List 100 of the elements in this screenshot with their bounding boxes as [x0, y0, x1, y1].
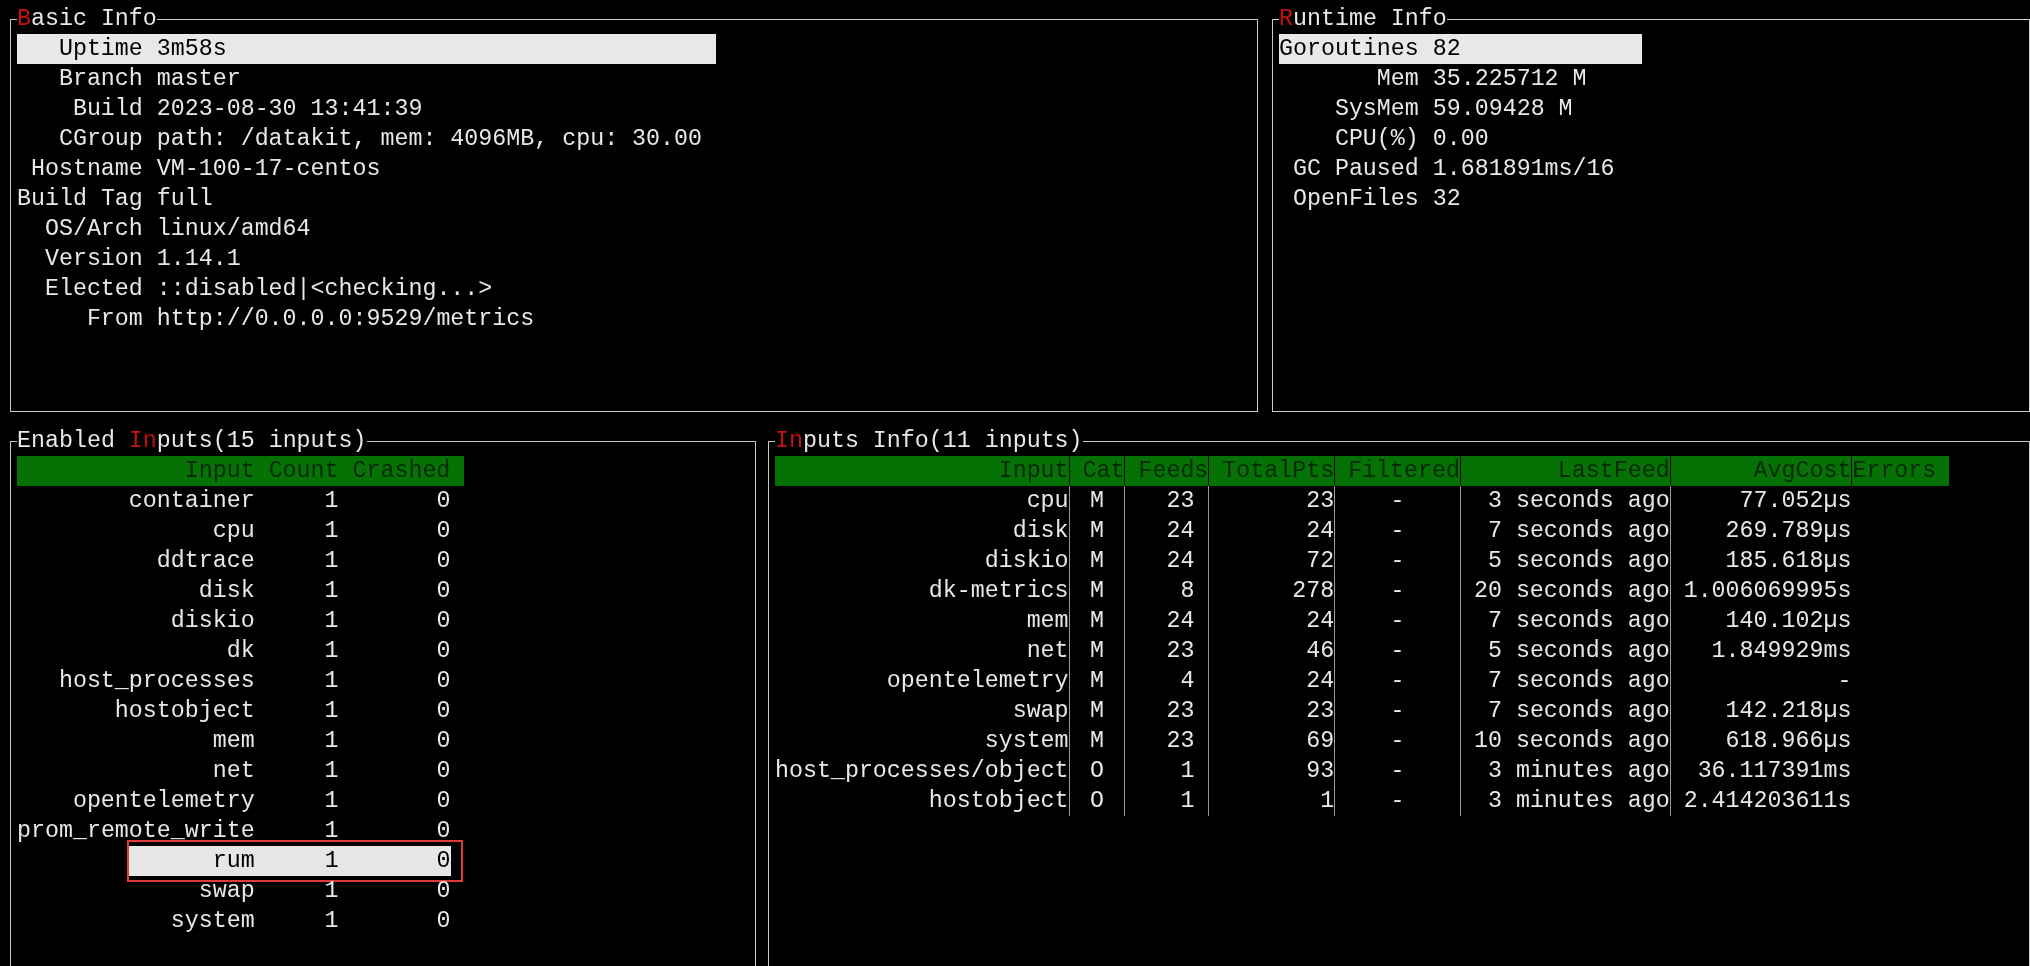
table-cell-text: diskio	[169, 607, 255, 636]
table-cell-text: cpu	[1025, 487, 1069, 516]
table-cell: 4	[1124, 666, 1209, 696]
table-cell-text: 1	[323, 757, 339, 786]
column-header: Feeds	[1124, 456, 1209, 486]
table-cell-text: 1	[323, 697, 339, 726]
info-value: VM-100-17-centos	[156, 155, 382, 184]
table-cell: 7 seconds ago	[1460, 666, 1670, 696]
table-cell-text: system	[169, 907, 255, 936]
column-header: Errors	[1851, 456, 1950, 486]
info-row[interactable]: Elected ::disabled|<checking...>	[17, 274, 716, 304]
table-cell: 36.117391ms	[1669, 756, 1852, 786]
info-label: Build Tag	[17, 185, 143, 214]
table-cell-text: 0	[435, 577, 451, 606]
table-cell: 23	[1124, 486, 1209, 516]
info-value: 1.14.1	[156, 245, 242, 274]
table-cell: 93	[1208, 756, 1335, 786]
table-cell-text: 0	[435, 487, 451, 516]
info-row[interactable]: Branch master	[17, 64, 716, 94]
highlight-frame[interactable]: rum 1 0	[127, 840, 463, 882]
table-cell: -	[1334, 786, 1460, 816]
column-header: Crashed	[351, 457, 451, 486]
table-cell: -	[1334, 606, 1460, 636]
info-label: OS/Arch	[43, 215, 143, 244]
table-cell: 1.006069995s	[1669, 576, 1852, 606]
table-cell: 1.849929ms	[1669, 636, 1852, 666]
table-cell-text: disk	[197, 577, 255, 606]
table-cell: 1	[1124, 786, 1209, 816]
table-cell: M	[1068, 666, 1125, 696]
table-cell: 24	[1124, 516, 1209, 546]
table-cell-text: 1	[323, 607, 339, 636]
info-row[interactable]: Goroutines 82	[1279, 34, 1643, 64]
table-cell-text: 0	[435, 517, 451, 546]
table-cell: M	[1068, 516, 1125, 546]
table-cell-text: diskio	[983, 547, 1069, 576]
table-cell-text: 0	[435, 787, 451, 816]
info-row[interactable]: Uptime 3m58s	[17, 34, 716, 64]
info-value: 2023-08-30 13:41:39	[156, 95, 424, 124]
table-cell-text: dk	[225, 637, 255, 666]
table-cell-text: 0	[435, 637, 451, 666]
table-cell-text: system	[983, 727, 1069, 756]
info-value: 0.00	[1432, 125, 1490, 154]
info-row[interactable]: OS/Arch linux/amd64	[17, 214, 716, 244]
table-cell-text: 1	[323, 907, 339, 936]
info-label: CGroup	[57, 125, 143, 154]
table-cell: M	[1068, 576, 1125, 606]
table-cell: 46	[1208, 636, 1335, 666]
table-cell: 10 seconds ago	[1460, 726, 1670, 756]
info-row[interactable]: CPU(%) 0.00	[1279, 124, 1643, 154]
table-cell: 23	[1208, 696, 1335, 726]
info-value: master	[156, 65, 242, 94]
table-cell: 24	[1124, 546, 1209, 576]
table-cell: 7 seconds ago	[1460, 516, 1670, 546]
table-cell: 5 seconds ago	[1460, 546, 1670, 576]
table-cell-text: ddtrace	[155, 547, 255, 576]
info-row[interactable]: Hostname VM-100-17-centos	[17, 154, 716, 184]
table-cell: 7 seconds ago	[1460, 696, 1670, 726]
table-cell-text: net	[1025, 637, 1069, 666]
table-cell-text: 0	[435, 727, 451, 756]
info-value: 1.681891ms/16	[1432, 155, 1616, 184]
info-row[interactable]: GC Paused 1.681891ms/16	[1279, 154, 1643, 184]
info-row[interactable]: OpenFiles 32	[1279, 184, 1643, 214]
info-value: 32	[1432, 185, 1462, 214]
info-row[interactable]: Build Tag full	[17, 184, 716, 214]
table-cell: 20 seconds ago	[1460, 576, 1670, 606]
table-cell: 69	[1208, 726, 1335, 756]
column-header: Input	[183, 457, 255, 486]
table-cell: -	[1334, 666, 1460, 696]
info-row[interactable]: CGroup path: /datakit, mem: 4096MB, cpu: 30.00	[17, 124, 716, 154]
info-label: CPU(%)	[1333, 125, 1419, 154]
table-cell-text: 1	[323, 637, 339, 666]
table-cell: 3 seconds ago	[1460, 486, 1670, 516]
info-row[interactable]: Build 2023-08-30 13:41:39	[17, 94, 716, 124]
panel-title: Basic Info	[17, 5, 157, 34]
table-cell: -	[1334, 486, 1460, 516]
table-cell: M	[1068, 606, 1125, 636]
info-row[interactable]: Mem 35.225712 M	[1279, 64, 1643, 94]
table-cell-text: disk	[1011, 517, 1069, 546]
panel-title: Inputs Info(11 inputs)	[775, 427, 1083, 456]
info-row[interactable]: Version 1.14.1	[17, 244, 716, 274]
info-value: ::disabled|<checking...>	[156, 275, 494, 304]
column-header: AvgCost	[1669, 456, 1852, 486]
column-header: Filtered	[1334, 456, 1460, 486]
table-cell-text: host_processes	[57, 667, 255, 696]
table-cell-text: net	[211, 757, 255, 786]
table-cell-text: mem	[1025, 607, 1069, 636]
table-cell: M	[1068, 696, 1125, 726]
info-value: 3m58s	[156, 35, 228, 64]
info-label: SysMem	[1333, 95, 1419, 124]
info-row[interactable]: From http://0.0.0.0:9529/metrics	[17, 304, 716, 334]
table-cell: 618.966µs	[1669, 726, 1852, 756]
table-cell: 3 minutes ago	[1460, 756, 1670, 786]
info-row[interactable]: SysMem 59.09428 M	[1279, 94, 1643, 124]
table-cell-text: cpu	[211, 517, 255, 546]
table-cell-text: 1	[323, 727, 339, 756]
table-cell: 269.789µs	[1669, 516, 1852, 546]
info-label: Build	[71, 95, 143, 124]
table-cell-text: 0	[435, 667, 451, 696]
table-cell: 24	[1208, 606, 1335, 636]
column-header: TotalPts	[1208, 456, 1335, 486]
